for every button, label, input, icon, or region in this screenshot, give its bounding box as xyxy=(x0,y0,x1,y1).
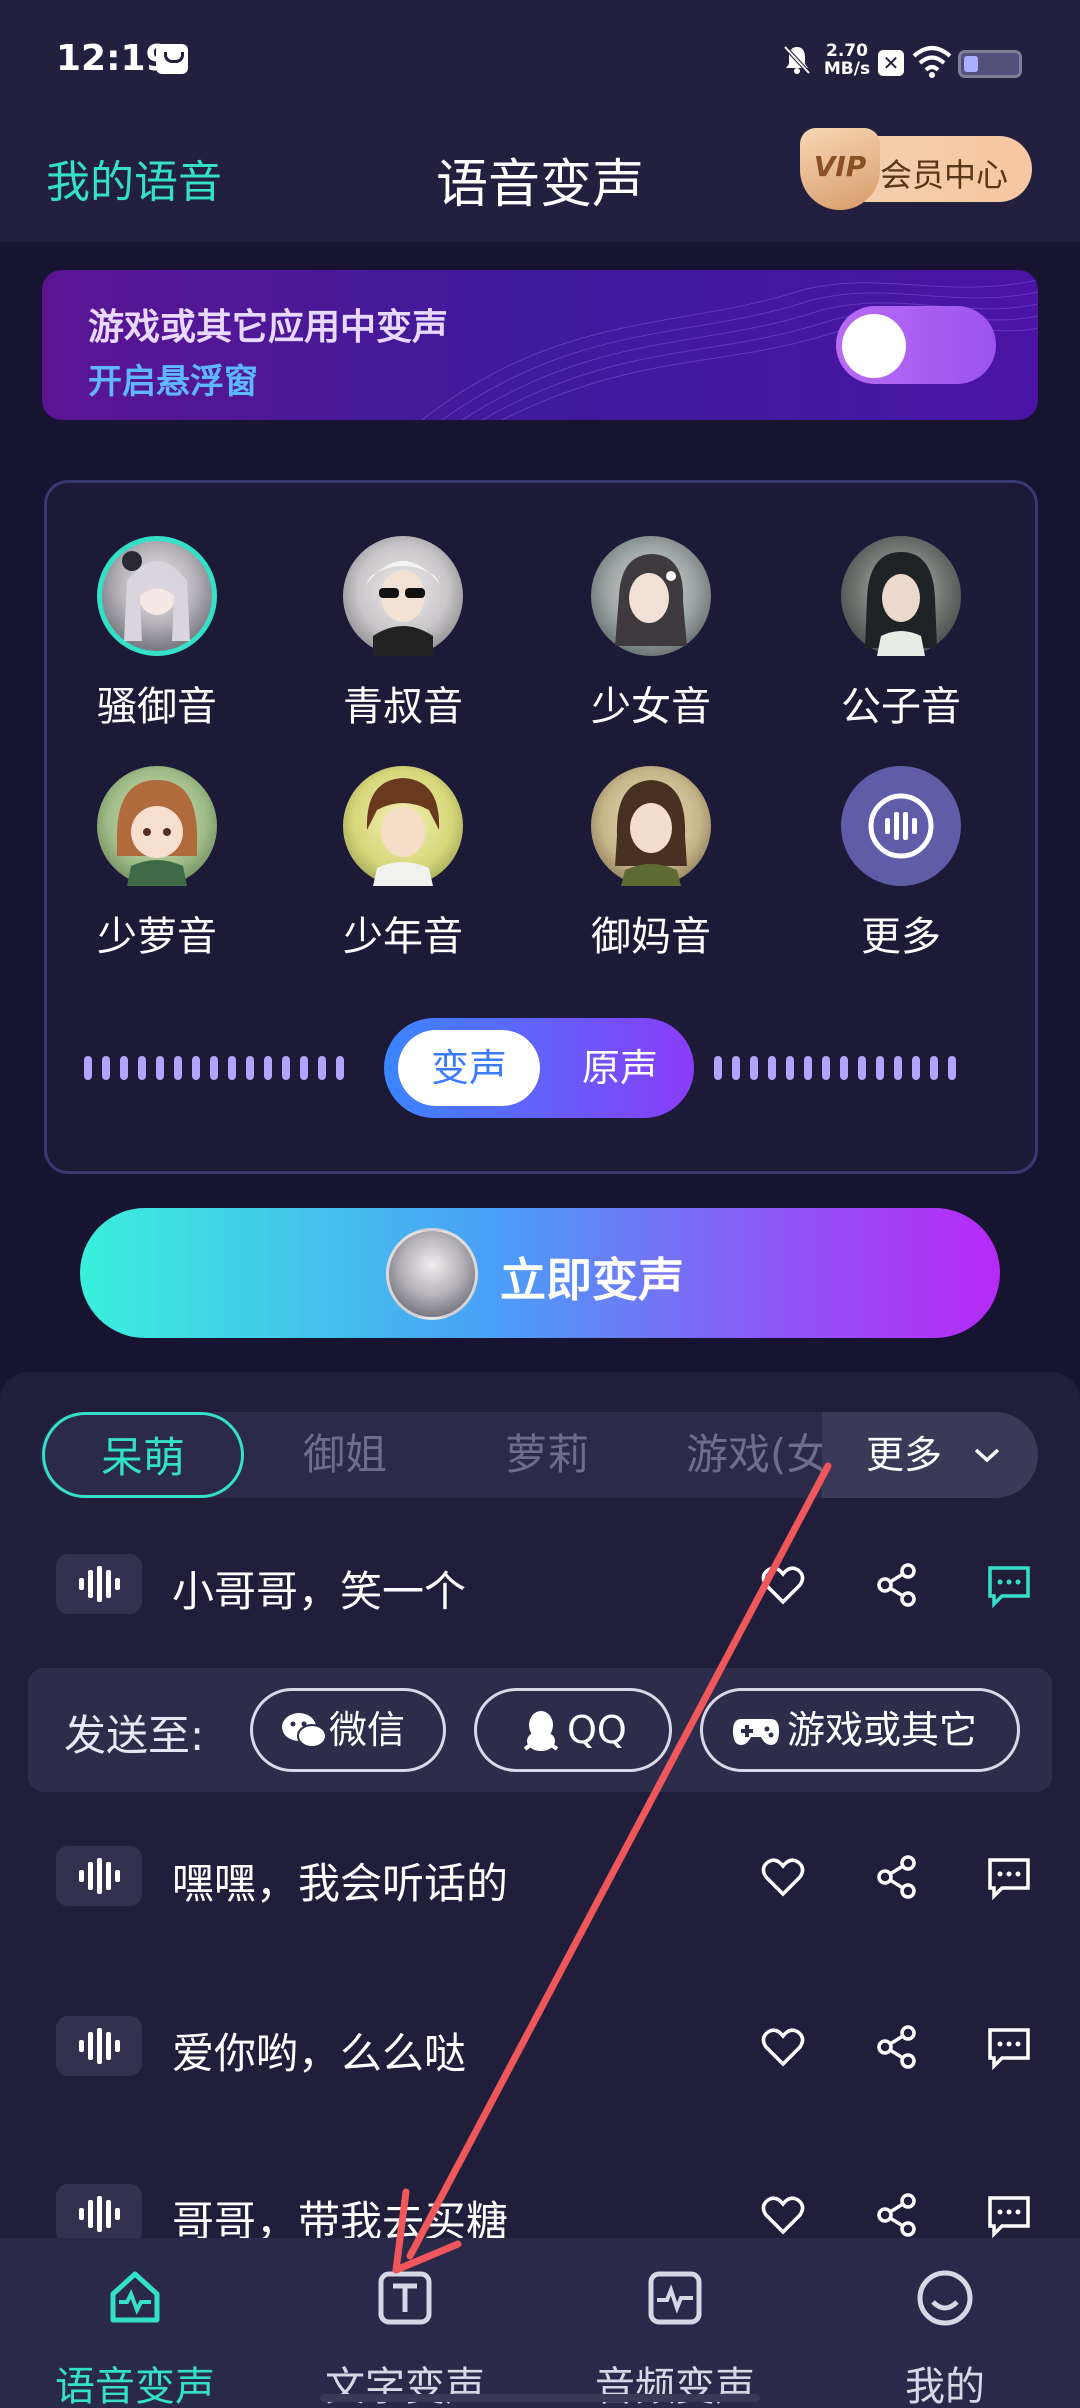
battery-icon xyxy=(958,50,1022,78)
tab-luo-li[interactable]: 萝莉 xyxy=(456,1412,638,1498)
voice-option-shao-luo[interactable]: 少萝音 xyxy=(62,766,252,966)
tab-yu-jie[interactable]: 御姐 xyxy=(254,1412,436,1498)
nav-voice-change[interactable]: 语音变声 xyxy=(0,2238,270,2408)
voice-label: 少年音 xyxy=(343,914,463,960)
heart-icon[interactable] xyxy=(758,1560,808,1610)
waveform-right xyxy=(714,1056,966,1084)
wechat-icon xyxy=(282,1713,327,1748)
list-item[interactable]: 爱你哟，么么哒 xyxy=(0,1996,1080,2096)
share-icon[interactable] xyxy=(872,1852,922,1902)
comment-icon[interactable] xyxy=(984,1560,1034,1610)
avatar xyxy=(97,766,217,886)
list-item[interactable]: 嘿嘿，我会听话的 xyxy=(0,1826,1080,1926)
waveform-left xyxy=(84,1056,354,1084)
voice-label: 青叔音 xyxy=(343,684,463,730)
status-time: 12:19 xyxy=(56,38,171,79)
voice-wave-icon xyxy=(56,2184,142,2244)
gamepad-icon xyxy=(733,1719,779,1745)
phrase-text: 爱你哟，么么哒 xyxy=(172,2029,467,2078)
notification-icon xyxy=(156,44,188,74)
voice-wave-icon xyxy=(56,2016,142,2076)
send-game-button[interactable]: 游戏或其它 xyxy=(700,1688,1020,1772)
voice-label: 御妈音 xyxy=(591,914,711,960)
mute-bell-icon xyxy=(783,45,811,75)
heart-icon[interactable] xyxy=(758,1852,808,1902)
avatar xyxy=(591,536,711,656)
more-voices-icon xyxy=(841,766,961,886)
send-wechat-button[interactable]: 微信 xyxy=(250,1688,446,1772)
voice-label: 少女音 xyxy=(591,684,711,730)
list-item[interactable]: 小哥哥，笑一个 xyxy=(0,1534,1080,1634)
share-icon[interactable] xyxy=(872,2022,922,2072)
comment-icon[interactable] xyxy=(984,2022,1034,2072)
voice-label: 公子音 xyxy=(841,684,961,730)
tab-dai-meng[interactable]: 呆萌 xyxy=(42,1412,244,1498)
share-icon[interactable] xyxy=(872,2190,922,2240)
voice-option-more[interactable]: 更多 xyxy=(806,766,996,966)
avatar xyxy=(97,536,217,656)
avatar xyxy=(343,766,463,886)
voice-label: 更多 xyxy=(861,914,941,960)
mode-voice-change[interactable]: 变声 xyxy=(398,1030,540,1106)
wechat-label: 微信 xyxy=(329,1708,406,1752)
vip-center-label: 会员中心 xyxy=(880,156,1009,194)
home-pulse-icon xyxy=(110,2271,160,2323)
voice-label: 少萝音 xyxy=(97,914,217,960)
text-t-icon xyxy=(378,2271,432,2325)
voice-wave-icon xyxy=(56,1554,142,1614)
voice-wave-icon xyxy=(56,1846,142,1906)
audio-pulse-icon xyxy=(648,2271,702,2325)
share-icon[interactable] xyxy=(872,1560,922,1610)
nav-audio-voice[interactable]: 音频变声 xyxy=(540,2238,810,2408)
voice-option-shao-nv[interactable]: 少女音 xyxy=(556,536,746,736)
voice-label: 骚御音 xyxy=(97,684,217,730)
voice-option-shao-nian[interactable]: 少年音 xyxy=(308,766,498,966)
voice-option-gong-zi[interactable]: 公子音 xyxy=(806,536,996,736)
gesture-bar xyxy=(320,2394,760,2402)
start-voice-change-label: 立即变声 xyxy=(500,1253,684,1307)
avatar xyxy=(841,536,961,656)
toggle-knob[interactable] xyxy=(842,314,906,378)
banner-subtitle: 开启悬浮窗 xyxy=(88,362,258,402)
avatar xyxy=(591,766,711,886)
tab-game[interactable]: 游戏(女 xyxy=(660,1412,830,1498)
mode-original[interactable]: 原声 xyxy=(560,1030,680,1106)
nav-label: 语音变声 xyxy=(55,2364,215,2408)
phrase-text: 嘿嘿，我会听话的 xyxy=(172,1859,509,1908)
nav-mine[interactable]: 我的 xyxy=(810,2238,1080,2408)
smile-profile-icon xyxy=(917,2270,973,2326)
send-to-label: 发送至: xyxy=(64,1711,205,1760)
vip-badge-icon: VIP xyxy=(800,128,880,210)
chevron-down-icon xyxy=(974,1448,1000,1463)
avatar xyxy=(343,536,463,656)
comment-icon[interactable] xyxy=(984,1852,1034,1902)
banner-title: 游戏或其它应用中变声 xyxy=(88,307,449,348)
network-speed: 2.70 MB/s xyxy=(823,41,871,79)
x-app-icon: ✕ xyxy=(878,50,904,76)
nav-label: 我的 xyxy=(905,2364,985,2408)
voice-option-yu-ma[interactable]: 御妈音 xyxy=(556,766,746,966)
selected-voice-avatar xyxy=(386,1228,478,1320)
comment-icon[interactable] xyxy=(984,2190,1034,2240)
nav-text-voice[interactable]: 文字变声 xyxy=(270,2238,540,2408)
heart-icon[interactable] xyxy=(758,2022,808,2072)
phrase-text: 小哥哥，笑一个 xyxy=(172,1567,467,1616)
game-label: 游戏或其它 xyxy=(787,1708,978,1752)
heart-icon[interactable] xyxy=(758,2190,808,2240)
voice-option-sao-yu[interactable]: 骚御音 xyxy=(62,536,252,736)
tabs-more-button[interactable]: 更多 xyxy=(822,1412,1038,1498)
tabs-more-label: 更多 xyxy=(866,1433,943,1477)
qq-icon xyxy=(523,1711,559,1751)
send-qq-button[interactable]: QQ xyxy=(474,1688,672,1772)
wifi-icon xyxy=(912,46,952,78)
qq-label: QQ xyxy=(567,1708,627,1752)
voice-option-qing-shu[interactable]: 青叔音 xyxy=(308,536,498,736)
